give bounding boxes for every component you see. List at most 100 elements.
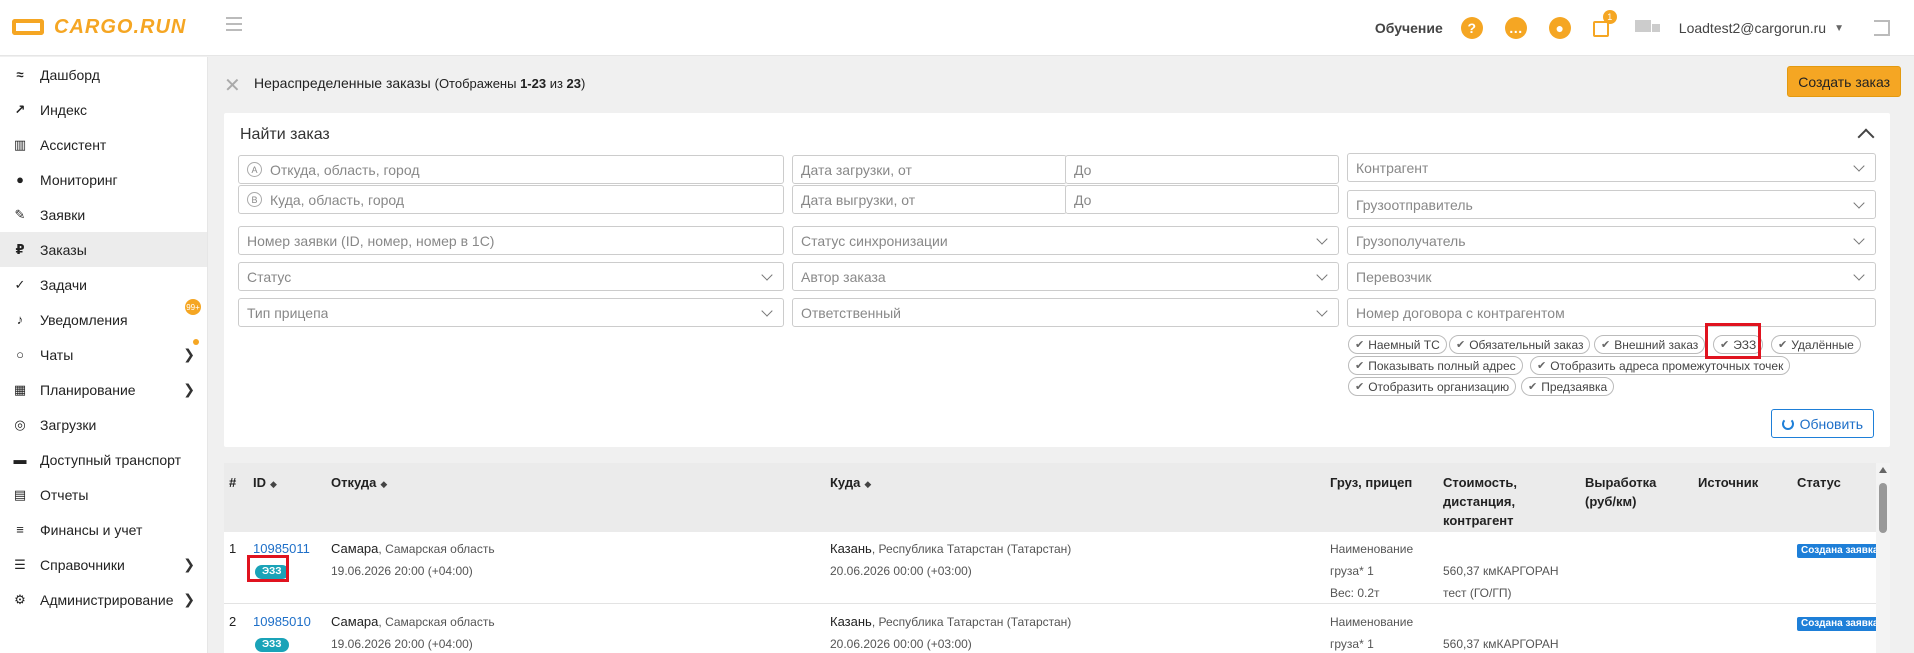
sidebar-item-loads[interactable]: ◎ Загрузки	[0, 407, 207, 442]
sidebar-item-planning[interactable]: ▦ Планирование ❯	[0, 372, 207, 407]
bell-icon: ♪	[16, 312, 24, 327]
refresh-button[interactable]: Обновить	[1770, 409, 1874, 438]
notifications-badge: 99+	[185, 299, 201, 315]
chip-hired-vehicle[interactable]: ✔ Наемный ТС	[1348, 335, 1447, 354]
create-order-button[interactable]: Создать заказ	[1787, 66, 1901, 97]
coins-icon: ≡	[16, 522, 24, 537]
responsible-select[interactable]: Ответственный	[792, 298, 1339, 327]
sidebar-item-monitoring[interactable]: ● Мониторинг	[0, 162, 207, 197]
order-id-link[interactable]: 10985010	[253, 611, 311, 633]
sidebar-item-orders[interactable]: ₽ Заказы	[0, 232, 207, 267]
flame-icon[interactable]: ●	[1548, 17, 1571, 39]
contract-number-input[interactable]: Номер договора с контрагентом	[1347, 298, 1876, 327]
chevron-down-icon	[1853, 269, 1865, 281]
sidebar-item-finance[interactable]: ≡ Финансы и учет	[0, 512, 207, 547]
chevron-right-icon: ❯	[183, 591, 195, 607]
check-icon: ✔	[1778, 339, 1788, 351]
sidebar-item-chats[interactable]: ○ Чаты ❯	[0, 337, 207, 372]
order-number-input[interactable]: Номер заявки (ID, номер, номер в 1С)	[238, 226, 784, 255]
table-header: # ID ◆ Откуда ◆ Куда ◆ Груз, прицеп Стоимос…	[224, 463, 1890, 532]
col-cost: Стоимость, дистанция, контрагент	[1443, 475, 1517, 528]
chip-show-organization[interactable]: ✔ Отобразить организацию	[1348, 377, 1517, 396]
chevron-down-icon[interactable]: ▼	[1834, 23, 1844, 34]
sidebar-item-directories[interactable]: ☰ Справочники ❯	[0, 547, 207, 582]
page-title: Нераспределенные заказы (Отображены 1-23…	[254, 75, 586, 91]
col-output: Выработка (руб/км)	[1585, 475, 1657, 509]
from-cell: Самара, Самарская область 19.06.2026 20:0…	[331, 614, 495, 651]
consignee-select[interactable]: Грузополучатель	[1347, 226, 1876, 255]
edit-icon: ✎	[14, 206, 26, 222]
sidebar-item-tasks[interactable]: ✓ Задачи	[0, 267, 207, 302]
truck-icon[interactable]	[1634, 20, 1661, 36]
training-link[interactable]: Обучение	[1375, 20, 1443, 36]
sidebar-item-notifications[interactable]: ♪ Уведомления 99+	[0, 299, 207, 337]
chevron-up-icon[interactable]	[1857, 128, 1875, 146]
highlight-box	[247, 555, 289, 582]
table-scrollbar[interactable]	[1876, 463, 1890, 653]
cargo-cell: Наименование груза* 1 Вес: 0.2т	[1330, 542, 1414, 600]
chevron-right-icon: ❯	[183, 346, 195, 362]
check-icon: ✔	[1355, 339, 1365, 351]
chevron-right-icon: ❯	[183, 556, 195, 572]
scroll-thumb[interactable]	[1879, 483, 1887, 533]
chevron-down-icon	[1853, 197, 1865, 209]
unload-date-from-input[interactable]: Дата выгрузки, от	[792, 185, 1067, 214]
dashboard-icon: ≈	[16, 67, 24, 82]
chevron-down-icon	[1853, 160, 1865, 172]
col-to[interactable]: Куда ◆	[830, 473, 871, 494]
sidebar-item-requests[interactable]: ✎ Заявки	[0, 197, 207, 232]
carrier-select[interactable]: Перевозчик	[1347, 262, 1876, 291]
chip-external-order[interactable]: ✔ Внешний заказ	[1594, 335, 1706, 354]
shipper-select[interactable]: Грузоотправитель	[1347, 190, 1876, 219]
col-from[interactable]: Откуда ◆	[331, 473, 387, 494]
trailer-type-select[interactable]: Тип прицепа	[238, 298, 784, 327]
table-row[interactable]: 2 10985010 ЭЗЗ Самара, Самарская область…	[224, 605, 1890, 653]
bar-chart-icon: ▥	[13, 136, 27, 152]
from-location-input[interactable]: A Откуда, область, город	[238, 155, 784, 184]
sync-status-select[interactable]: Статус синхронизации	[792, 226, 1339, 255]
chevron-down-icon	[761, 269, 773, 281]
counterparty-select[interactable]: Контрагент	[1347, 153, 1876, 182]
load-date-from-input[interactable]: Дата загрузки, от	[792, 155, 1067, 184]
notifications-icon[interactable]: 1	[1592, 10, 1617, 38]
to-location-input[interactable]: B Куда, область, город	[238, 185, 784, 214]
col-num: #	[229, 475, 237, 490]
close-icon[interactable]: ✕	[224, 73, 241, 98]
load-date-to-input[interactable]: До	[1065, 155, 1339, 184]
to-cell: Казань, Республика Татарстан (Татарстан)…	[830, 541, 1072, 578]
unload-date-to-input[interactable]: До	[1065, 185, 1339, 214]
scroll-up-icon[interactable]	[1879, 467, 1887, 473]
chip-pre-request[interactable]: ✔ Предзаявка	[1521, 377, 1615, 396]
eez-tag: ЭЗЗ	[255, 632, 289, 653]
sidebar-item-index[interactable]: ↗ Индекс	[0, 92, 207, 127]
notifications-count: 1	[1602, 10, 1617, 24]
logout-icon[interactable]	[1874, 20, 1890, 36]
cargo-cell: Наименование груза* 1	[1330, 615, 1414, 651]
status-select[interactable]: Статус	[238, 262, 784, 291]
order-author-select[interactable]: Автор заказа	[792, 262, 1339, 291]
check-icon: ✔	[1601, 339, 1611, 351]
menu-toggle-icon[interactable]	[226, 17, 242, 31]
chip-full-address[interactable]: ✔ Показывать полный адрес	[1348, 356, 1523, 375]
help-icon[interactable]: ?	[1460, 17, 1483, 39]
calendar-icon: ▦	[13, 381, 27, 397]
sort-icon: ◆	[270, 479, 277, 489]
trend-icon: ↗	[14, 101, 26, 117]
search-panel: Найти заказ A Откуда, область, город B Куд…	[224, 113, 1890, 447]
check-icon: ✔	[1355, 381, 1365, 393]
chevron-down-icon	[1316, 269, 1328, 281]
sidebar-item-reports[interactable]: ▤ Отчеты	[0, 477, 207, 512]
logo[interactable]: CARGO.RUN	[12, 16, 186, 39]
chevron-right-icon: ❯	[183, 381, 195, 397]
chip-deleted[interactable]: ✔ Удалённые	[1771, 335, 1861, 354]
user-menu[interactable]: Loadtest2@cargorun.ru	[1679, 20, 1826, 36]
table-row[interactable]: 1 10985011 ЭЗЗ Самара, Самарская область…	[224, 532, 1890, 604]
col-id[interactable]: ID ◆	[253, 473, 277, 494]
list-icon: ☰	[14, 556, 26, 572]
sidebar-item-assistant[interactable]: ▥ Ассистент	[0, 127, 207, 162]
sidebar-item-administration[interactable]: ⚙ Администрирование ❯	[0, 582, 207, 617]
sidebar-item-available-transport[interactable]: ▬ Доступный транспорт	[0, 442, 207, 477]
chip-mandatory-order[interactable]: ✔ Обязательный заказ	[1449, 335, 1591, 354]
chat-bubble-icon[interactable]: …	[1504, 17, 1527, 39]
sidebar-item-dashboard[interactable]: ≈ Дашборд	[0, 57, 207, 92]
